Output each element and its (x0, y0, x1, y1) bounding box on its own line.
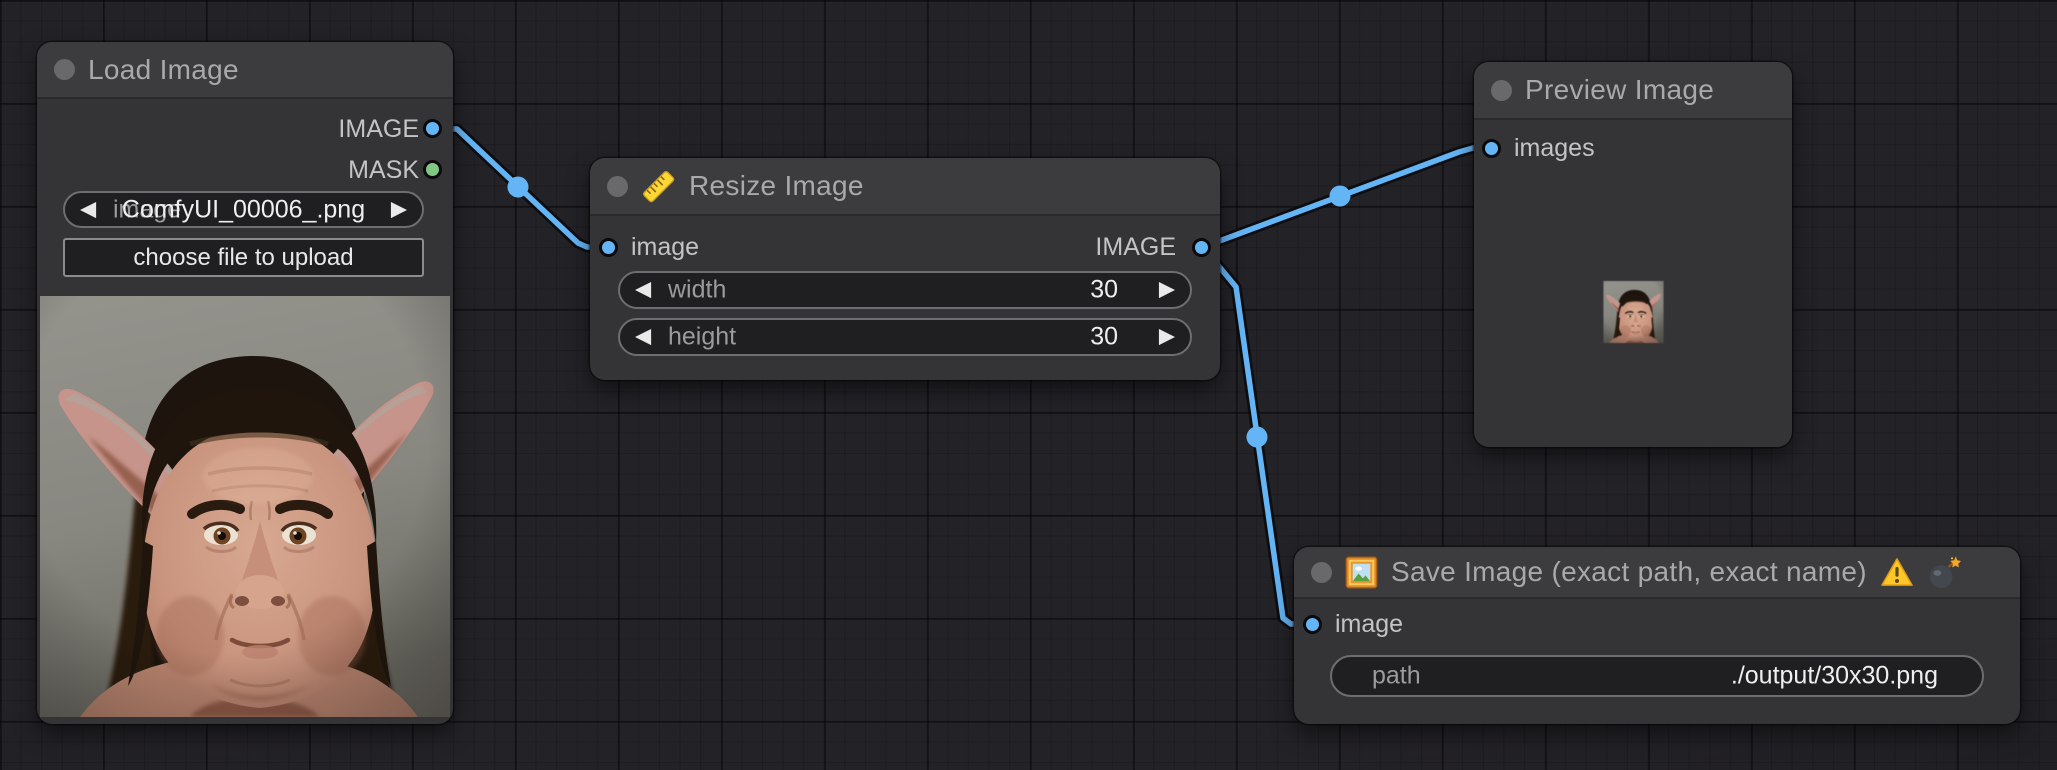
output-label-mask: MASK (348, 156, 419, 184)
link-midpoint-dot[interactable] (1330, 186, 1351, 207)
increment-width-arrow-icon[interactable]: ▶ (1159, 279, 1175, 300)
next-file-arrow-icon[interactable]: ▶ (391, 198, 407, 219)
height-label: height (668, 323, 736, 352)
node-resize-image[interactable]: Resize Image image IMAGE ◀ width 30 ▶ ◀ … (590, 158, 1220, 380)
decrement-height-arrow-icon[interactable]: ◀ (635, 326, 651, 347)
increment-height-arrow-icon[interactable]: ▶ (1159, 326, 1175, 347)
path-value: ./output/30x30.png (1731, 662, 1938, 691)
loaded-image-preview (40, 296, 450, 717)
choose-file-label: choose file to upload (65, 244, 422, 272)
node-title: Resize Image (689, 170, 864, 202)
link-midpoint-dot[interactable] (508, 177, 529, 198)
collapse-dot[interactable] (607, 176, 628, 197)
input-port-images[interactable] (1482, 139, 1501, 158)
node-title: Load Image (88, 54, 239, 86)
collapse-dot[interactable] (54, 59, 75, 80)
preview-thumbnail (1603, 281, 1664, 343)
choose-file-button[interactable]: choose file to upload (63, 238, 424, 277)
output-port-mask[interactable] (423, 160, 442, 179)
path-label: path (1372, 662, 1421, 691)
decrement-width-arrow-icon[interactable]: ◀ (635, 279, 651, 300)
input-port-image[interactable] (1303, 615, 1322, 634)
input-label-image: image (1335, 610, 1403, 638)
picture-frame-icon (1345, 556, 1378, 589)
bomb-icon (1927, 555, 1961, 589)
node-preview-image[interactable]: Preview Image images (1474, 62, 1792, 447)
combo-value: ComfyUI_00006_.png (65, 195, 422, 224)
node-header[interactable]: Save Image (exact path, exact name) (1294, 547, 2020, 599)
path-widget[interactable]: path ./output/30x30.png (1330, 655, 1984, 697)
link-resize-to-preview (1201, 147, 1491, 247)
input-label-images: images (1514, 134, 1595, 162)
link-load-to-resize (433, 129, 607, 247)
width-value: 30 (1090, 276, 1118, 305)
collapse-dot[interactable] (1311, 562, 1332, 583)
filename-combo-widget[interactable]: ◀ image ComfyUI_00006_.png ▶ (63, 191, 424, 228)
node-header[interactable]: Resize Image (590, 158, 1220, 216)
height-value: 30 (1090, 323, 1118, 352)
height-widget[interactable]: ◀ height 30 ▶ (618, 318, 1192, 356)
node-title: Save Image (exact path, exact name) (1391, 556, 1867, 588)
output-label-image: IMAGE (338, 115, 419, 143)
node-title: Preview Image (1525, 74, 1714, 106)
node-header[interactable]: Load Image (37, 42, 453, 99)
ruler-icon (641, 169, 676, 204)
node-save-image[interactable]: Save Image (exact path, exact name) imag… (1294, 547, 2020, 724)
warning-icon (1880, 557, 1914, 588)
link-midpoint-dot[interactable] (1247, 427, 1268, 448)
width-label: width (668, 276, 726, 305)
output-port-image[interactable] (1192, 238, 1211, 257)
node-load-image[interactable]: Load Image IMAGE MASK ◀ image ComfyUI_00… (37, 42, 453, 724)
node-header[interactable]: Preview Image (1474, 62, 1792, 120)
output-port-image[interactable] (423, 119, 442, 138)
output-label-image: IMAGE (1095, 233, 1176, 261)
input-label-image: image (631, 233, 699, 261)
collapse-dot[interactable] (1491, 80, 1512, 101)
input-port-image[interactable] (599, 238, 618, 257)
width-widget[interactable]: ◀ width 30 ▶ (618, 271, 1192, 309)
